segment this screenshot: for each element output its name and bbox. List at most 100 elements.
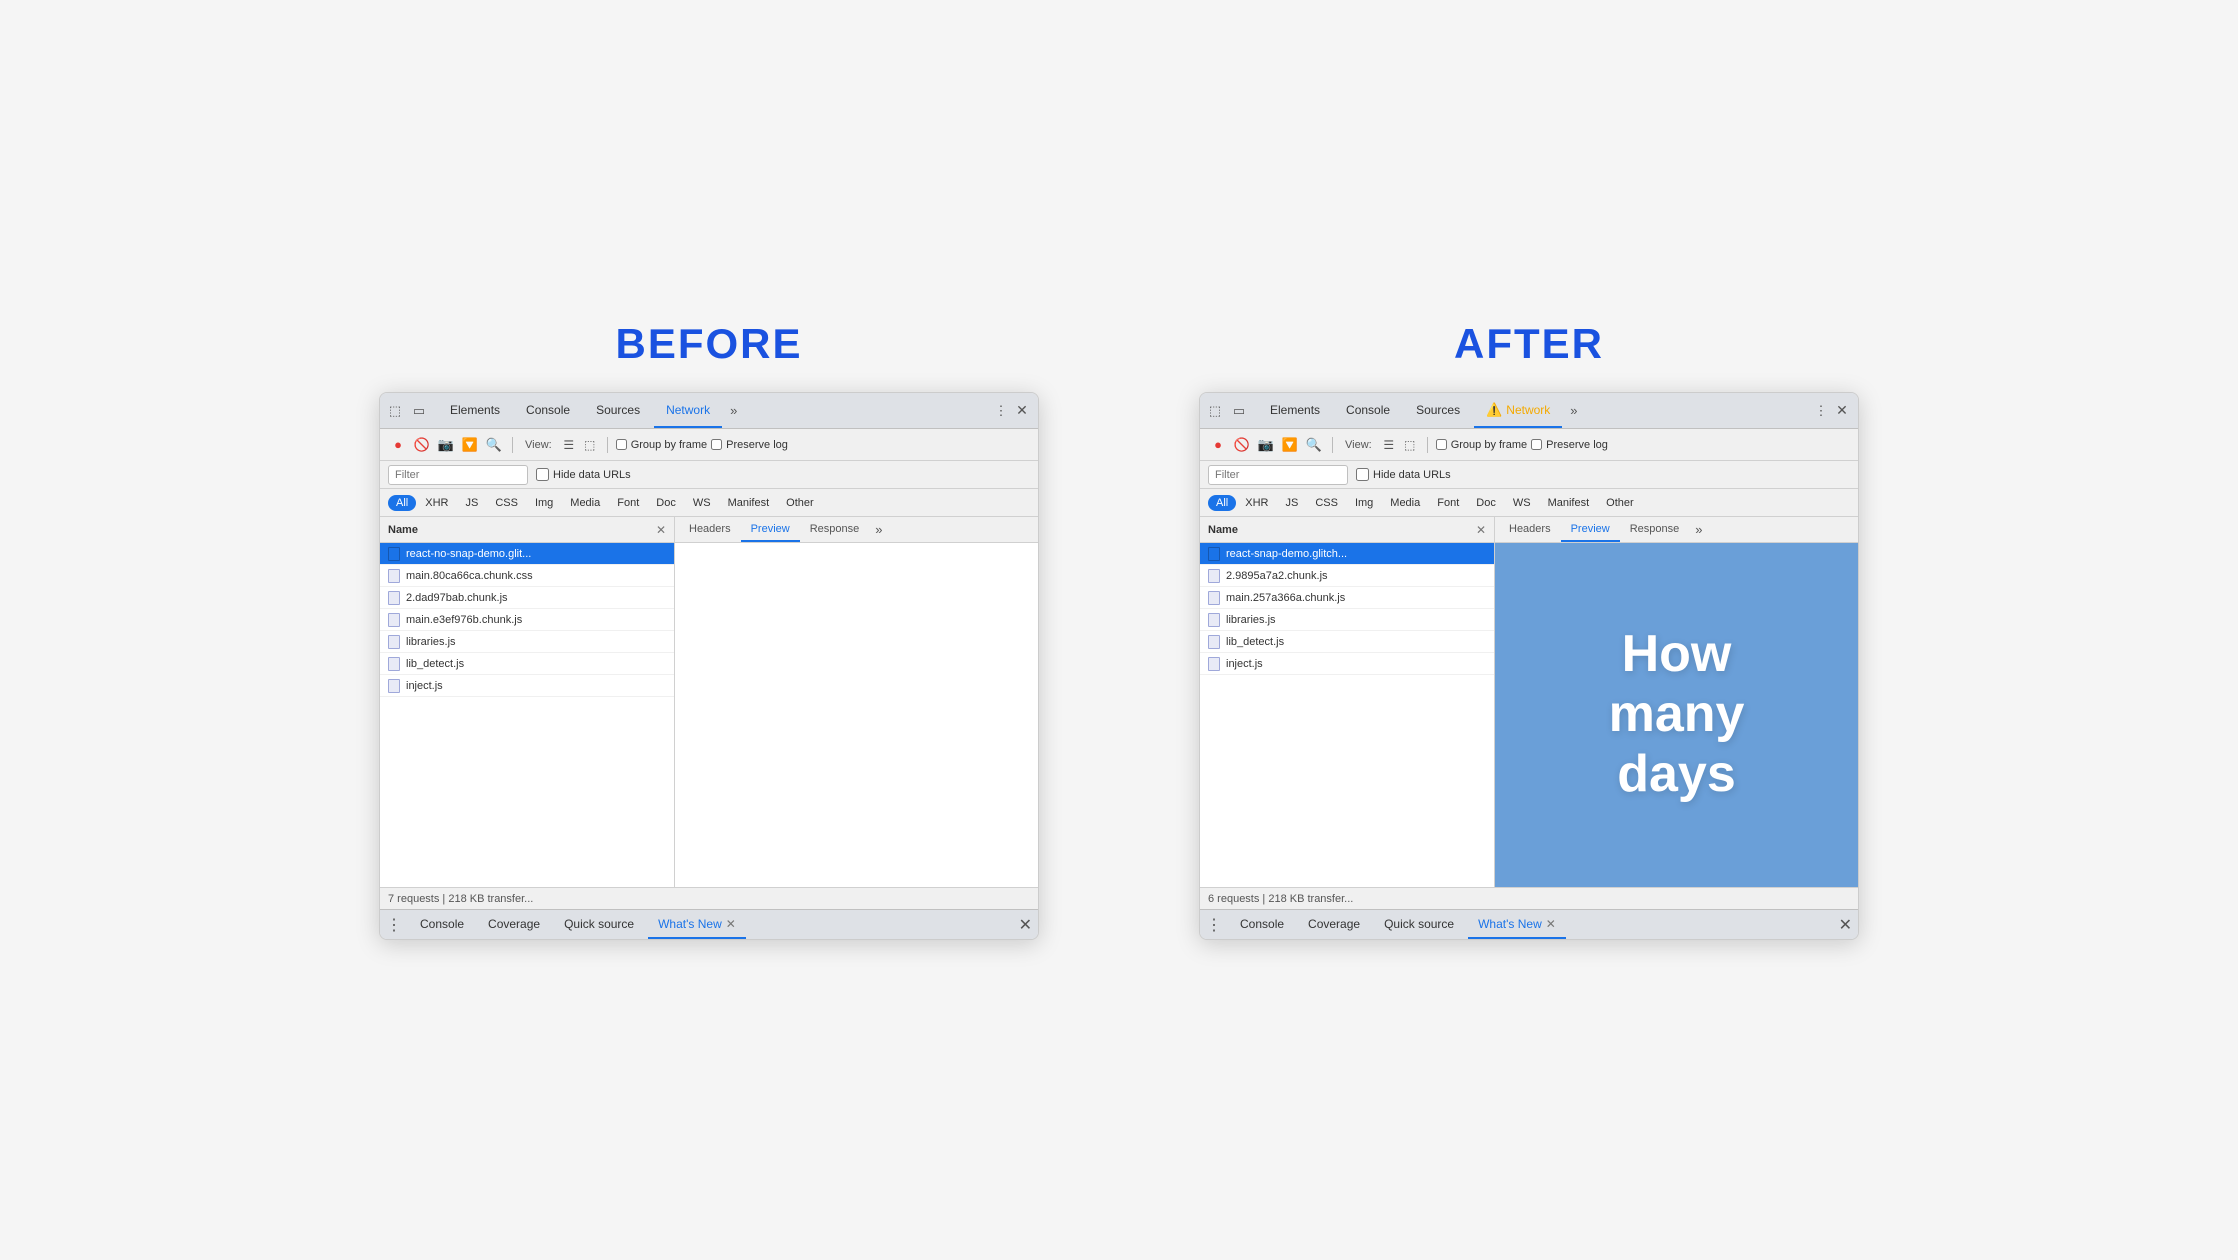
close-btn-before[interactable]: ✕	[1012, 401, 1032, 421]
type-ws-after[interactable]: WS	[1505, 495, 1539, 511]
type-js-after[interactable]: JS	[1277, 495, 1306, 511]
tab-network-after[interactable]: ⚠️Network	[1474, 393, 1562, 428]
before-file-2[interactable]: main.80ca66ca.chunk.css	[380, 565, 674, 587]
camera-btn-after[interactable]: 📷	[1256, 435, 1276, 455]
type-img-after[interactable]: Img	[1347, 495, 1381, 511]
type-manifest-after[interactable]: Manifest	[1540, 495, 1598, 511]
after-detail-tab-headers[interactable]: Headers	[1499, 517, 1561, 542]
tab-elements-before[interactable]: Elements	[438, 393, 512, 428]
before-col-close[interactable]: ✕	[656, 523, 666, 537]
before-detail-tab-preview[interactable]: Preview	[741, 517, 800, 542]
type-xhr-before[interactable]: XHR	[417, 495, 456, 511]
close-btn-after[interactable]: ✕	[1832, 401, 1852, 421]
type-js-before[interactable]: JS	[457, 495, 486, 511]
type-font-after[interactable]: Font	[1429, 495, 1467, 511]
hide-data-urls-checkbox-before[interactable]	[536, 468, 549, 481]
type-css-before[interactable]: CSS	[487, 495, 526, 511]
group-by-frame-after[interactable]: Group by frame	[1436, 439, 1527, 451]
after-col-close[interactable]: ✕	[1476, 523, 1486, 537]
after-bottom-dots[interactable]: ⋮	[1206, 915, 1222, 935]
tab-elements-after[interactable]: Elements	[1258, 393, 1332, 428]
search-btn-before[interactable]: 🔍	[484, 435, 504, 455]
after-bottom-tab-quicksource[interactable]: Quick source	[1374, 910, 1464, 939]
before-detail-tab-more[interactable]: »	[869, 522, 888, 537]
before-file-3[interactable]: 2.dad97bab.chunk.js	[380, 587, 674, 609]
group-by-frame-checkbox-after[interactable]	[1436, 439, 1447, 450]
after-file-5[interactable]: lib_detect.js	[1200, 631, 1494, 653]
filter-input-after[interactable]	[1208, 465, 1348, 485]
stop-btn-before[interactable]: 🚫	[412, 435, 432, 455]
after-bottom-tab-coverage[interactable]: Coverage	[1298, 910, 1370, 939]
type-other-before[interactable]: Other	[778, 495, 822, 511]
before-detail-tab-response[interactable]: Response	[800, 517, 870, 542]
before-whatsnew-close[interactable]: ✕	[726, 917, 736, 931]
tree-view-btn-after[interactable]: ⬚	[1401, 436, 1419, 454]
type-other-after[interactable]: Other	[1598, 495, 1642, 511]
after-bottom-tab-console[interactable]: Console	[1230, 910, 1294, 939]
stop-btn-after[interactable]: 🚫	[1232, 435, 1252, 455]
preserve-log-checkbox-before[interactable]	[711, 439, 722, 450]
search-btn-after[interactable]: 🔍	[1304, 435, 1324, 455]
filter-btn-before[interactable]: 🔽	[460, 435, 480, 455]
before-file-7[interactable]: inject.js	[380, 675, 674, 697]
tab-network-before[interactable]: Network	[654, 393, 722, 428]
before-detail-tab-headers[interactable]: Headers	[679, 517, 741, 542]
after-detail-tab-preview[interactable]: Preview	[1561, 517, 1620, 542]
preserve-log-before[interactable]: Preserve log	[711, 439, 788, 451]
type-font-before[interactable]: Font	[609, 495, 647, 511]
preserve-log-after[interactable]: Preserve log	[1531, 439, 1608, 451]
before-file-1[interactable]: react-no-snap-demo.glit...	[380, 543, 674, 565]
after-detail-tab-response[interactable]: Response	[1620, 517, 1690, 542]
before-bottom-tab-quicksource[interactable]: Quick source	[554, 910, 644, 939]
after-bottom-close[interactable]: ✕	[1839, 915, 1852, 935]
after-whatsnew-close[interactable]: ✕	[1546, 917, 1556, 931]
device-icon[interactable]: ▭	[410, 402, 428, 420]
type-manifest-before[interactable]: Manifest	[720, 495, 778, 511]
before-bottom-tab-whatsnew[interactable]: What's New ✕	[648, 910, 746, 939]
type-ws-before[interactable]: WS	[685, 495, 719, 511]
before-bottom-tab-console[interactable]: Console	[410, 910, 474, 939]
type-css-after[interactable]: CSS	[1307, 495, 1346, 511]
type-all-before[interactable]: All	[388, 495, 416, 511]
device-icon-after[interactable]: ▭	[1230, 402, 1248, 420]
filter-input-before[interactable]	[388, 465, 528, 485]
tab-more-after[interactable]: »	[1564, 403, 1583, 418]
record-btn-after[interactable]: ●	[1208, 435, 1228, 455]
kebab-icon-after[interactable]: ⋮	[1812, 402, 1830, 420]
group-by-frame-checkbox-before[interactable]	[616, 439, 627, 450]
camera-btn-before[interactable]: 📷	[436, 435, 456, 455]
group-by-frame-before[interactable]: Group by frame	[616, 439, 707, 451]
tree-view-btn-before[interactable]: ⬚	[581, 436, 599, 454]
hide-data-urls-after[interactable]: Hide data URLs	[1356, 468, 1451, 481]
after-file-3[interactable]: main.257a366a.chunk.js	[1200, 587, 1494, 609]
after-file-6[interactable]: inject.js	[1200, 653, 1494, 675]
after-file-4[interactable]: libraries.js	[1200, 609, 1494, 631]
before-file-5[interactable]: libraries.js	[380, 631, 674, 653]
tab-sources-before[interactable]: Sources	[584, 393, 652, 428]
list-view-btn-after[interactable]: ☰	[1380, 436, 1398, 454]
tab-console-before[interactable]: Console	[514, 393, 582, 428]
before-file-4[interactable]: main.e3ef976b.chunk.js	[380, 609, 674, 631]
before-bottom-close[interactable]: ✕	[1019, 915, 1032, 935]
after-file-2[interactable]: 2.9895a7a2.chunk.js	[1200, 565, 1494, 587]
inspect-icon[interactable]: ⬚	[386, 402, 404, 420]
hide-data-urls-checkbox-after[interactable]	[1356, 468, 1369, 481]
type-doc-after[interactable]: Doc	[1468, 495, 1504, 511]
hide-data-urls-before[interactable]: Hide data URLs	[536, 468, 631, 481]
type-media-before[interactable]: Media	[562, 495, 608, 511]
type-doc-before[interactable]: Doc	[648, 495, 684, 511]
before-bottom-tab-coverage[interactable]: Coverage	[478, 910, 550, 939]
before-bottom-dots[interactable]: ⋮	[386, 915, 402, 935]
filter-btn-after[interactable]: 🔽	[1280, 435, 1300, 455]
type-img-before[interactable]: Img	[527, 495, 561, 511]
tab-console-after[interactable]: Console	[1334, 393, 1402, 428]
record-btn-before[interactable]: ●	[388, 435, 408, 455]
before-file-6[interactable]: lib_detect.js	[380, 653, 674, 675]
type-all-after[interactable]: All	[1208, 495, 1236, 511]
type-media-after[interactable]: Media	[1382, 495, 1428, 511]
after-bottom-tab-whatsnew[interactable]: What's New ✕	[1468, 910, 1566, 939]
type-xhr-after[interactable]: XHR	[1237, 495, 1276, 511]
inspect-icon-after[interactable]: ⬚	[1206, 402, 1224, 420]
after-file-1[interactable]: react-snap-demo.glitch...	[1200, 543, 1494, 565]
tab-more-before[interactable]: »	[724, 403, 743, 418]
